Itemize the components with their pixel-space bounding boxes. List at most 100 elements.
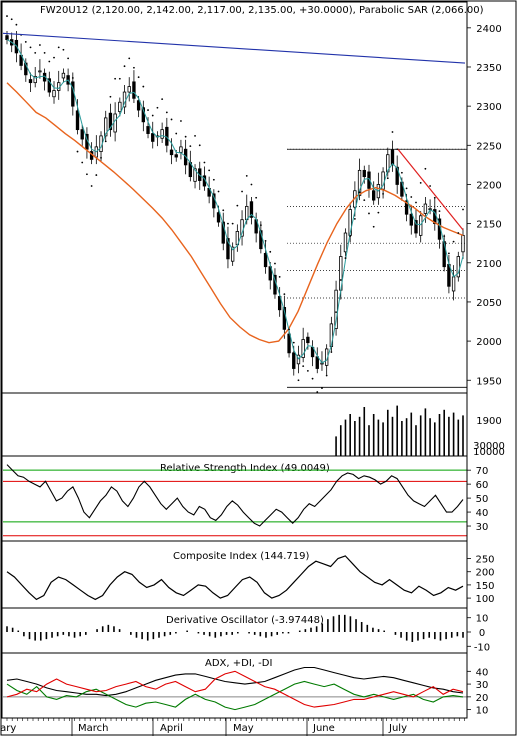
sar-dot — [429, 185, 431, 187]
sar-dot — [339, 279, 342, 281]
candle-body — [343, 232, 348, 253]
sar-dot — [86, 173, 88, 176]
candle-body — [292, 352, 296, 369]
sar-dot — [236, 204, 239, 207]
sar-dot — [302, 365, 305, 368]
sar-dot — [344, 257, 347, 259]
sar-dot — [203, 161, 206, 164]
volume-bar — [396, 405, 398, 456]
sar-dot — [382, 192, 384, 195]
candle-body — [423, 203, 428, 214]
derivative-oscillator-tick-label: 10 — [476, 614, 489, 625]
price-tick-label: 2000 — [476, 337, 501, 348]
sar-dot — [349, 235, 352, 238]
volume-bar — [443, 409, 445, 456]
rsi-tick-label: 50 — [476, 494, 489, 505]
candle-body — [5, 35, 9, 40]
adx-tick-label: 30 — [476, 680, 489, 691]
sar-dot — [133, 66, 135, 69]
candle-body — [263, 252, 268, 268]
sar-dot — [147, 109, 149, 111]
sar-dot — [363, 199, 366, 202]
sar-dot — [358, 191, 361, 194]
volume-bar — [452, 412, 455, 456]
sar-dot — [410, 196, 413, 198]
sar-dot — [48, 60, 51, 63]
sar-dot — [447, 252, 450, 255]
sar-dot — [170, 118, 173, 121]
sar-dot — [24, 41, 27, 43]
sar-dot — [335, 311, 337, 314]
volume-bar — [372, 414, 375, 456]
candle-body — [451, 276, 456, 292]
sar-dot — [53, 56, 55, 59]
derivative-oscillator-tick-label: 0 — [479, 628, 485, 639]
sar-dot — [184, 135, 187, 138]
candle-body — [409, 213, 413, 226]
derivative-oscillator-tick-label: -10 — [474, 642, 490, 653]
sar-dot — [81, 161, 84, 164]
sar-dot — [259, 224, 262, 227]
sar-dot — [151, 114, 154, 117]
volume-tick-label: 1900 — [476, 416, 501, 427]
volume-bar — [377, 419, 380, 456]
candle-body — [461, 234, 465, 253]
price-tick-label: 2350 — [476, 63, 501, 74]
sar-dot — [15, 23, 18, 26]
sar-dot — [208, 169, 211, 172]
sar-dot — [95, 174, 98, 176]
sar-dot — [43, 51, 46, 54]
volume-bar — [433, 422, 436, 456]
sar-dot — [306, 369, 309, 372]
rsi-tick-label: 30 — [476, 522, 489, 533]
sar-dot — [29, 46, 32, 49]
sar-dot — [241, 190, 243, 193]
sar-dot — [269, 250, 272, 253]
sar-dot — [250, 183, 253, 186]
sar-dot — [123, 65, 126, 68]
volume-bar — [354, 421, 356, 456]
candle-body — [362, 169, 366, 178]
price-tick-label: 2300 — [476, 102, 501, 113]
price-tick-label: 2400 — [476, 24, 501, 35]
sar-dot — [405, 187, 408, 190]
volume-bar — [349, 414, 351, 456]
rsi-tick-label: 60 — [476, 480, 489, 491]
volume-bar — [386, 409, 389, 456]
sar-dot — [386, 177, 389, 180]
sar-dot — [325, 374, 328, 377]
volume-bar — [344, 419, 347, 456]
volume-bar — [382, 422, 384, 456]
sar-dot — [462, 208, 464, 211]
candle-body — [80, 129, 84, 140]
volume-bar — [405, 418, 408, 456]
candle-body — [419, 215, 423, 236]
price-tick-label: 2250 — [476, 141, 501, 152]
sar-dot — [311, 377, 314, 380]
composite-index-tick-label: 100 — [475, 594, 494, 605]
sar-dot — [372, 225, 375, 228]
candle-body — [315, 356, 319, 369]
sar-dot — [368, 212, 370, 215]
candle-body — [28, 79, 33, 84]
rsi-tick-label: 70 — [476, 466, 489, 477]
rsi-tick-label: 40 — [476, 508, 489, 519]
price-title: FW20U12 (2,120.00, 2,142.00, 2,117.00, 2… — [40, 5, 484, 16]
sar-dot — [415, 201, 417, 204]
volume-bar — [424, 408, 427, 456]
sar-dot — [10, 18, 13, 21]
candle-body — [113, 113, 117, 133]
sar-dot — [217, 190, 220, 193]
sar-dot — [39, 44, 41, 46]
price-tick-label: 2150 — [476, 220, 501, 231]
sar-dot — [34, 51, 37, 54]
price-tick-label: 1950 — [476, 376, 501, 387]
sar-dot — [57, 46, 60, 49]
candle-body — [127, 86, 131, 93]
candle-body — [216, 212, 221, 223]
sar-dot — [419, 181, 422, 184]
sar-dot — [424, 167, 427, 170]
sar-dot — [452, 240, 455, 243]
volume-bar — [438, 414, 441, 456]
candle-body — [287, 333, 291, 354]
